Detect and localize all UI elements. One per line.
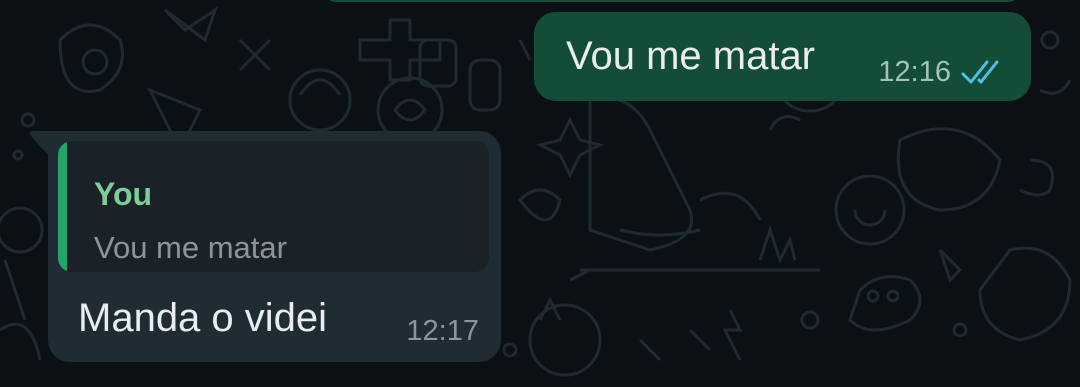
- message-time: 12:16: [878, 56, 951, 88]
- message-meta: 12:16: [878, 57, 1007, 87]
- quoted-author: You: [94, 176, 153, 212]
- quote-accent-bar: [58, 141, 67, 272]
- previous-message-bubble-partial[interactable]: [322, 0, 1022, 2]
- message-time: 12:17: [406, 315, 479, 347]
- message-text: Vou me matar: [566, 34, 816, 78]
- bubble-tail: [29, 131, 50, 157]
- message-text: Manda o videi: [78, 296, 328, 340]
- quoted-message-text: Vou me matar: [94, 230, 287, 265]
- outgoing-message-bubble[interactable]: Vou me matar 12:16: [534, 12, 1031, 101]
- chat-view[interactable]: Vou me matar 12:16 You Vou me matar Mand…: [0, 0, 1080, 387]
- incoming-message-bubble[interactable]: You Vou me matar Manda o videi 12:17: [29, 131, 501, 362]
- quoted-reply[interactable]: You Vou me matar: [58, 141, 489, 272]
- double-check-read-icon: [961, 60, 999, 84]
